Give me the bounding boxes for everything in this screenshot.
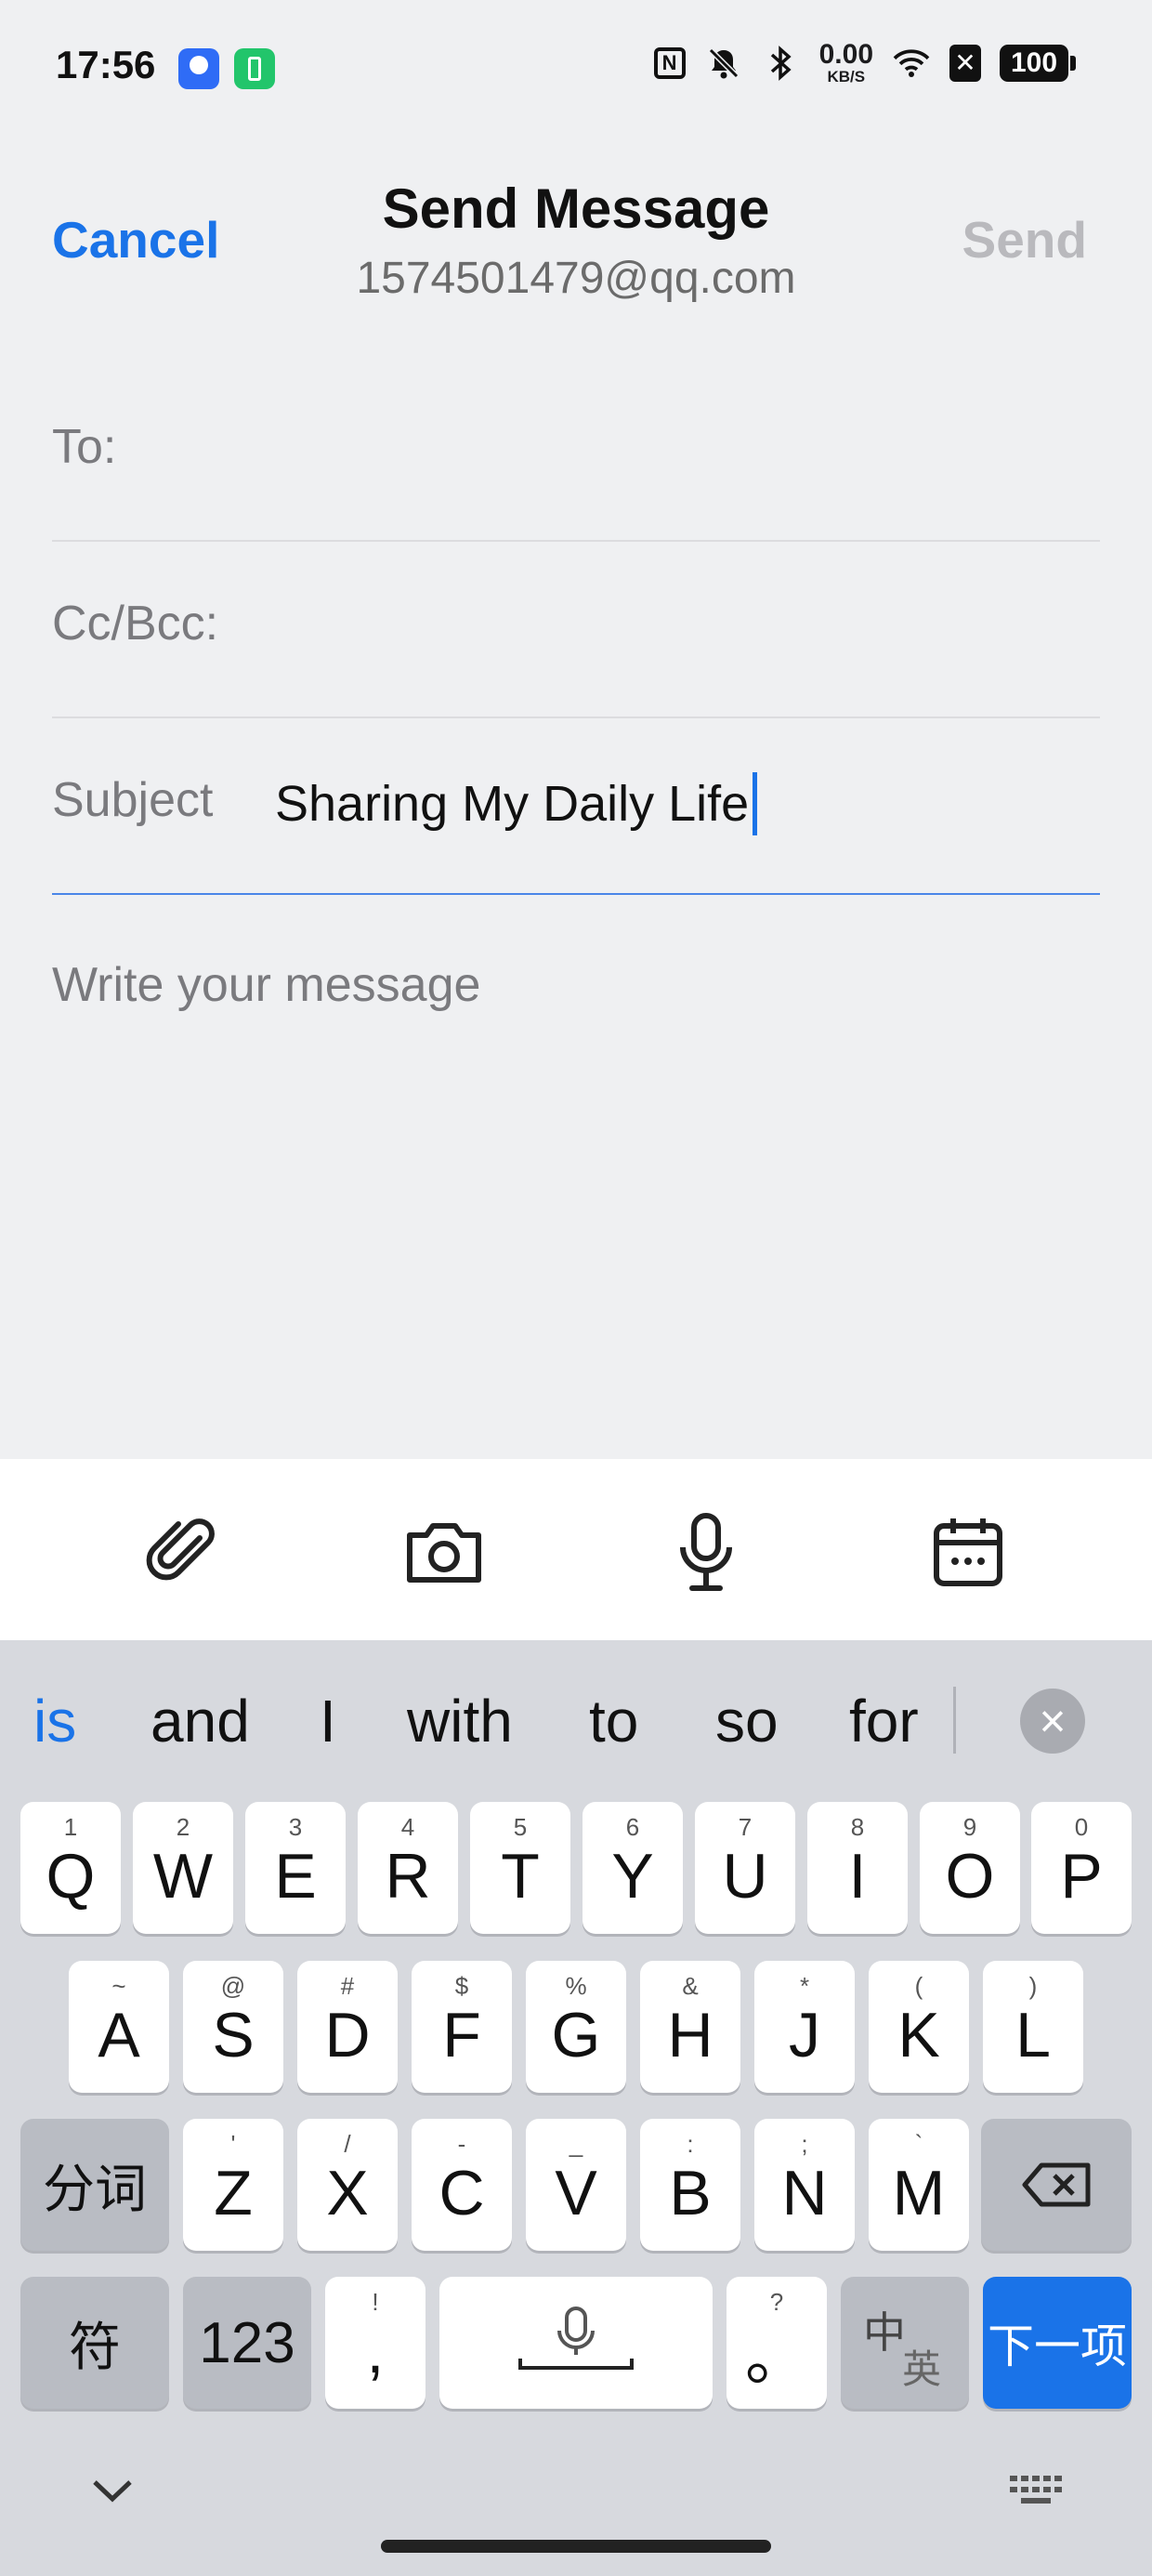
suggestion-divider <box>953 1687 956 1754</box>
wifi-icon <box>892 44 931 83</box>
keyboard: is and I with to so for × 1Q 2W 3E 4R 5T… <box>0 1640 1152 2576</box>
key-m[interactable]: ` M <box>869 2119 969 2251</box>
key-r[interactable]: 4R <box>358 1802 458 1934</box>
suggestion-item[interactable]: I <box>320 1687 336 1755</box>
hide-keyboard-icon[interactable] <box>89 2477 136 2509</box>
key-a[interactable]: ~ A <box>69 1961 169 2093</box>
app-notification-icon <box>178 48 219 89</box>
key-f[interactable]: $ F <box>412 1961 512 2093</box>
cc-bcc-field[interactable]: Cc/Bcc: <box>52 542 1100 718</box>
key-e[interactable]: 3E <box>245 1802 346 1934</box>
space-key[interactable] <box>439 2277 713 2409</box>
backspace-key[interactable] <box>981 2119 1132 2251</box>
send-button[interactable]: Send <box>962 210 1087 269</box>
to-field[interactable]: To: <box>52 365 1100 542</box>
subject-value: Sharing My Daily Life <box>275 776 750 832</box>
key-z[interactable]: ' Z <box>183 2119 283 2251</box>
status-bar: 17:56 N 0.00 KB/S ✕ 100 <box>0 0 1152 139</box>
key-q[interactable]: 1Q <box>20 1802 121 1934</box>
compose-toolbar <box>0 1459 1152 1640</box>
close-suggestions-icon[interactable]: × <box>1020 1689 1085 1754</box>
key-v[interactable]: _ V <box>526 2119 626 2251</box>
key-j[interactable]: * J <box>754 1961 855 2093</box>
subject-input[interactable]: Sharing My Daily Life <box>275 772 758 835</box>
key-i[interactable]: 8I <box>807 1802 908 1934</box>
backspace-icon <box>1022 2162 1091 2207</box>
paperclip-icon[interactable] <box>128 1496 240 1608</box>
home-indicator[interactable] <box>381 2540 771 2553</box>
suggestion-item[interactable]: is <box>33 1687 76 1755</box>
key-o[interactable]: 9O <box>920 1802 1020 1934</box>
key-s[interactable]: @ S <box>183 1961 283 2093</box>
key-h[interactable]: & H <box>640 1961 740 2093</box>
key-g[interactable]: % G <box>526 1961 626 2093</box>
next-field-button[interactable]: 下一项 <box>983 2277 1132 2409</box>
bluetooth-icon <box>762 44 801 83</box>
numbers-key[interactable]: 123 <box>183 2277 311 2409</box>
text-cursor <box>753 772 758 835</box>
subject-label: Subject <box>52 773 214 827</box>
comma-key[interactable]: !, <box>325 2277 425 2409</box>
language-switch-key[interactable]: 中 英 <box>841 2277 969 2409</box>
suggestion-item[interactable]: and <box>151 1687 250 1755</box>
cc-bcc-label: Cc/Bcc: <box>52 597 219 651</box>
suggestion-item[interactable]: to <box>589 1687 638 1755</box>
battery-icon: 100 <box>1000 44 1076 82</box>
key-n[interactable]: ; N <box>754 2119 855 2251</box>
microphone-icon[interactable] <box>650 1496 762 1608</box>
x-icon: ✕ <box>949 44 981 82</box>
nfc-icon: N <box>653 46 686 79</box>
key-x[interactable]: / X <box>297 2119 398 2251</box>
key-d[interactable]: # D <box>297 1961 398 2093</box>
key-p[interactable]: 0P <box>1031 1802 1132 1934</box>
suggestion-item[interactable]: for <box>849 1687 919 1755</box>
microphone-icon <box>518 2307 634 2370</box>
key-y[interactable]: 6Y <box>583 1802 683 1934</box>
key-c[interactable]: -C <box>412 2119 512 2251</box>
camera-icon[interactable] <box>388 1496 500 1608</box>
key-t[interactable]: 5T <box>470 1802 570 1934</box>
subject-field[interactable]: Subject Sharing My Daily Life <box>52 718 1100 895</box>
symbols-key[interactable]: 符 <box>20 2277 169 2409</box>
status-time: 17:56 <box>56 43 156 86</box>
calendar-icon[interactable] <box>912 1496 1024 1608</box>
key-k[interactable]: (K <box>869 1961 969 2093</box>
key-w[interactable]: 2W <box>133 1802 233 1934</box>
key-b[interactable]: :B <box>640 2119 740 2251</box>
period-key[interactable]: ?。 <box>727 2277 827 2409</box>
message-placeholder: Write your message <box>52 958 481 1012</box>
suggestion-item[interactable]: so <box>715 1687 779 1755</box>
keyboard-icon[interactable] <box>1008 2472 1064 2514</box>
battery-saver-icon <box>234 48 275 89</box>
key-l[interactable]: ) L <box>983 1961 1083 2093</box>
suggestion-bar: is and I with to so for × <box>0 1640 1152 1798</box>
key-u[interactable]: 7U <box>695 1802 795 1934</box>
suggestion-item[interactable]: with <box>407 1687 513 1755</box>
to-label: To: <box>52 420 117 474</box>
mute-icon <box>704 44 743 83</box>
net-speed: 0.00 KB/S <box>818 39 873 85</box>
fenci-key[interactable]: 分词 <box>20 2119 169 2251</box>
